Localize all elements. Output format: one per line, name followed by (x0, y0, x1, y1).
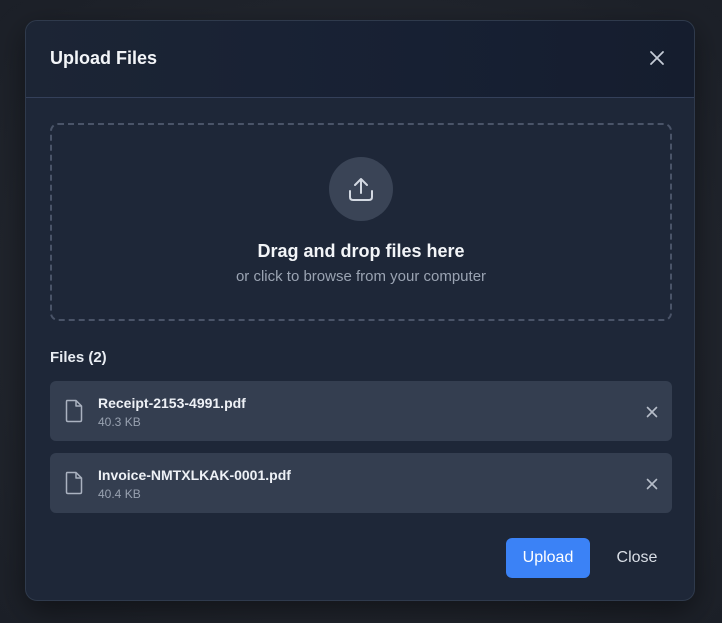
files-heading: Files (2) (50, 349, 107, 366)
remove-file-icon[interactable] (646, 405, 658, 418)
remove-file-icon[interactable] (646, 477, 658, 490)
file-icon (65, 471, 83, 495)
upload-button[interactable]: Upload (506, 538, 590, 578)
close-icon[interactable] (648, 49, 666, 67)
file-name: Invoice-NMTXLKAK-0001.pdf (98, 467, 291, 483)
close-button[interactable]: Close (602, 538, 672, 578)
upload-icon-circle (329, 157, 393, 221)
file-size: 40.4 KB (98, 487, 141, 501)
file-name: Receipt-2153-4991.pdf (98, 395, 246, 411)
upload-modal: Upload Files Drag and drop files here or… (25, 20, 695, 601)
file-size: 40.3 KB (98, 415, 141, 429)
file-item: Receipt-2153-4991.pdf 40.3 KB (50, 381, 672, 441)
dropzone-title: Drag and drop files here (257, 241, 465, 261)
modal-header: Upload Files (26, 21, 694, 98)
modal-title: Upload Files (50, 48, 158, 68)
dropzone-subtitle: or click to browse from your computer (235, 268, 487, 285)
file-icon (65, 399, 83, 423)
file-dropzone[interactable]: Drag and drop files here or click to bro… (50, 123, 672, 321)
file-item: Invoice-NMTXLKAK-0001.pdf 40.4 KB (50, 453, 672, 513)
upload-icon (349, 178, 373, 201)
